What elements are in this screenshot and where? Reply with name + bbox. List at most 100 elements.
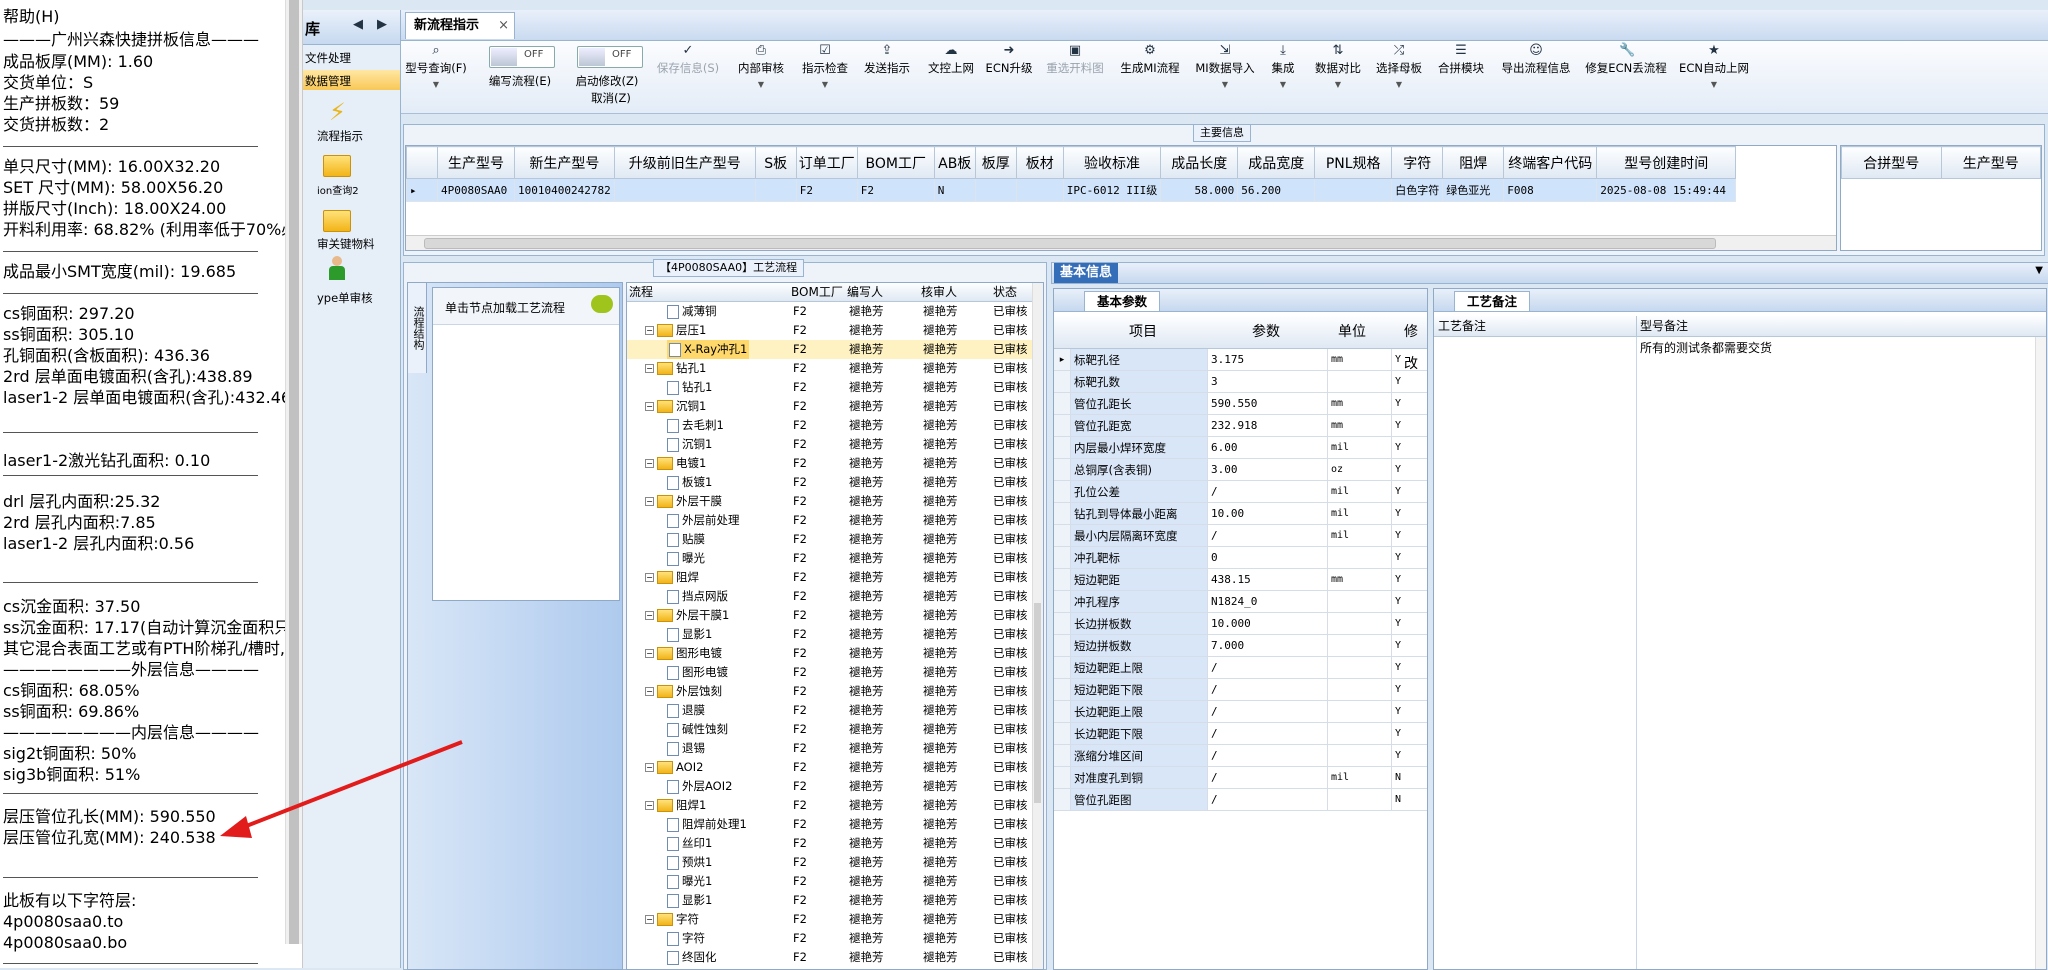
tree-row[interactable]: 显影1 F2 褪艳芳 褪艳芳 已审核 [627,625,1037,644]
col-header[interactable]: 字符 [1391,146,1444,179]
tree-row[interactable]: − 外层干膜 F2 褪艳芳 褪艳芳 已审核 [627,492,1037,511]
cancel-button[interactable]: 取消(Z) [581,90,641,110]
tree-row[interactable]: − 图形电镀 F2 褪艳芳 褪艳芳 已审核 [627,644,1037,663]
param-row[interactable]: 短边靶距 438.15 mm Y [1054,569,1427,591]
col-header[interactable]: 合拼型号 [1841,146,1942,179]
param-value[interactable]: / [1208,481,1328,503]
close-icon[interactable]: × [498,13,509,39]
data-compare-button[interactable]: ⇅ 数据对比 ▼ [1311,41,1365,113]
param-row[interactable]: 长边靶距下限 / Y [1054,723,1427,745]
tree-row[interactable]: 丝印1 F2 褪艳芳 褪艳芳 已审核 [627,834,1037,853]
scrollbar-thumb[interactable] [1034,603,1041,803]
tree-row[interactable]: − 沉铜1 F2 褪艳芳 褪艳芳 已审核 [627,397,1037,416]
ecn-auto-upload-button[interactable]: ★ ECN自动上网 ▼ [1677,41,1751,113]
col-header[interactable]: 型号创建时间 [1596,146,1737,179]
scrollbar-thumb[interactable] [289,0,299,944]
table-cell[interactable]: F2 [795,178,858,202]
param-value[interactable]: 3.175 [1208,349,1328,371]
tree-row[interactable]: 板镀1 F2 褪艳芳 褪艳芳 已审核 [627,473,1037,492]
nav-back-icon[interactable]: ◀ [353,17,363,32]
edit-flow-button[interactable]: 编写流程(E) [485,73,555,93]
tree-row[interactable]: − 外层干膜1 F2 褪艳芳 褪艳芳 已审核 [627,606,1037,625]
collapse-icon[interactable]: − [645,687,654,696]
collapse-icon[interactable]: − [645,915,654,924]
collapse-icon[interactable]: − [645,801,654,810]
param-value[interactable]: 7.000 [1208,635,1328,657]
check-instruction-button[interactable]: ☑ 指示检查 ▼ [799,41,851,113]
tree-row[interactable]: − 层压1 F2 褪艳芳 褪艳芳 已审核 [627,321,1037,340]
col-header[interactable]: PNL规格 [1314,146,1393,179]
table-cell[interactable] [613,178,756,202]
send-instruction-button[interactable]: ⇪ 发送指示 [861,41,913,113]
table-cell[interactable] [974,178,1017,202]
tree-row[interactable]: 外层AOI2 F2 褪艳芳 褪艳芳 已审核 [627,777,1037,796]
tree-row[interactable]: 显影1 F2 褪艳芳 褪艳芳 已审核 [627,891,1037,910]
param-row[interactable]: 短边靶距下限 / Y [1054,679,1427,701]
table-cell[interactable]: F008 [1503,178,1598,202]
col-item[interactable]: 项目 [1129,316,1157,348]
table-cell[interactable]: 4P0080SAA0 [437,178,515,202]
param-value[interactable]: 10.00 [1208,503,1328,525]
col-process-note[interactable]: 工艺备注 [1438,316,1486,336]
col-status[interactable]: 状态 [993,283,1017,301]
table-cell[interactable] [1015,178,1064,202]
param-row[interactable]: 冲孔靶标 0 Y [1054,547,1427,569]
tree-row[interactable]: 外层前处理 F2 褪艳芳 褪艳芳 已审核 [627,511,1037,530]
param-row[interactable]: 管位孔距宽 232.918 mm Y [1054,415,1427,437]
param-row[interactable]: 短边靶距上限 / Y [1054,657,1427,679]
param-value[interactable]: / [1208,745,1328,767]
col-bom[interactable]: BOM工厂 [791,283,843,301]
nav-pin-icon[interactable]: ▶ [377,17,387,32]
col-header[interactable]: 成品长度 [1160,146,1239,179]
col-header[interactable]: 升级前旧生产型号 [613,146,756,179]
param-row[interactable]: 涨缩分堆区间 / Y [1054,745,1427,767]
collapse-icon[interactable]: − [645,459,654,468]
param-row[interactable]: 管位孔距长 590.550 mm Y [1054,393,1427,415]
table-cell[interactable]: N [933,178,976,202]
table-cell[interactable]: 58.000 [1160,178,1239,202]
param-row[interactable]: 标靶孔数 3 Y [1054,371,1427,393]
param-value[interactable]: 438.15 [1208,569,1328,591]
model-query-button[interactable]: ⌕ 型号查询(F) ▼ [405,41,467,113]
tree-row[interactable]: − 外层蚀刻 F2 褪艳芳 褪艳芳 已审核 [627,682,1037,701]
param-row[interactable]: ▸ 标靶孔径 3.175 mm Y [1054,349,1427,371]
nav-item-data-mgmt[interactable]: 数据管理 [303,70,400,90]
tree-row[interactable]: X-Ray冲孔1 F2 褪艳芳 褪艳芳 已审核 [627,340,1037,359]
tab-basic-params[interactable]: 基本参数 [1084,291,1161,311]
col-header[interactable]: 成品宽度 [1237,146,1316,179]
tree-row[interactable]: 挡点网版 F2 褪艳芳 褪艳芳 已审核 [627,587,1037,606]
tree-row[interactable]: 曝光1 F2 褪艳芳 褪艳芳 已审核 [627,872,1037,891]
param-value[interactable]: / [1208,723,1328,745]
tree-row[interactable]: 终固化 F2 褪艳芳 褪艳芳 已审核 [627,948,1037,967]
tree-row[interactable]: 减薄铜 F2 褪艳芳 褪艳芳 已审核 [627,302,1037,321]
param-value[interactable]: 590.550 [1208,393,1328,415]
col-header[interactable]: 板材 [1015,146,1064,179]
col-header[interactable]: S板 [754,146,797,179]
horizontal-scrollbar[interactable] [406,235,1836,250]
tree-row[interactable]: 阻焊前处理1 F2 褪艳芳 褪艳芳 已审核 [627,815,1037,834]
col-header[interactable]: 验收标准 [1062,146,1162,179]
flow-structure-vtab[interactable]: 流程结构 [408,283,427,373]
nav-item-flow[interactable]: 流程指示 [317,128,363,144]
param-value[interactable]: / [1208,767,1328,789]
fix-ecn-button[interactable]: 🔧 修复ECN丢流程 [1583,41,1669,113]
collapse-icon[interactable]: − [645,326,654,335]
table-cell[interactable]: IPC-6012 III级 [1062,178,1162,202]
param-row[interactable]: 管位孔距图 / N [1054,789,1427,811]
edit-flow-toggle[interactable]: OFF [489,46,555,68]
tree-row[interactable]: 沉铜1 F2 褪艳芳 褪艳芳 已审核 [627,435,1037,454]
col-reviewer[interactable]: 核审人 [921,283,957,301]
param-row[interactable]: 钻孔到导体最小距离 10.00 mil Y [1054,503,1427,525]
param-row[interactable]: 对准度孔到铜 / mil N [1054,767,1427,789]
tree-scrollbar[interactable] [1032,283,1043,969]
table-cell[interactable] [1314,178,1393,202]
col-header[interactable]: 阻焊 [1442,146,1505,179]
col-header[interactable]: 新生产型号 [514,146,615,179]
gen-mi-flow-button[interactable]: ⚙ 生成MI流程 [1117,41,1183,113]
table-cell[interactable]: 绿色亚光 [1442,178,1505,202]
tree-row[interactable]: 退膜 F2 褪艳芳 褪艳芳 已审核 [627,701,1037,720]
param-row[interactable]: 冲孔程序 N1824_0 Y [1054,591,1427,613]
table-cell[interactable]: 2025-08-08 15:49:44 [1596,178,1737,202]
param-value[interactable]: 6.00 [1208,437,1328,459]
param-value[interactable]: 0 [1208,547,1328,569]
